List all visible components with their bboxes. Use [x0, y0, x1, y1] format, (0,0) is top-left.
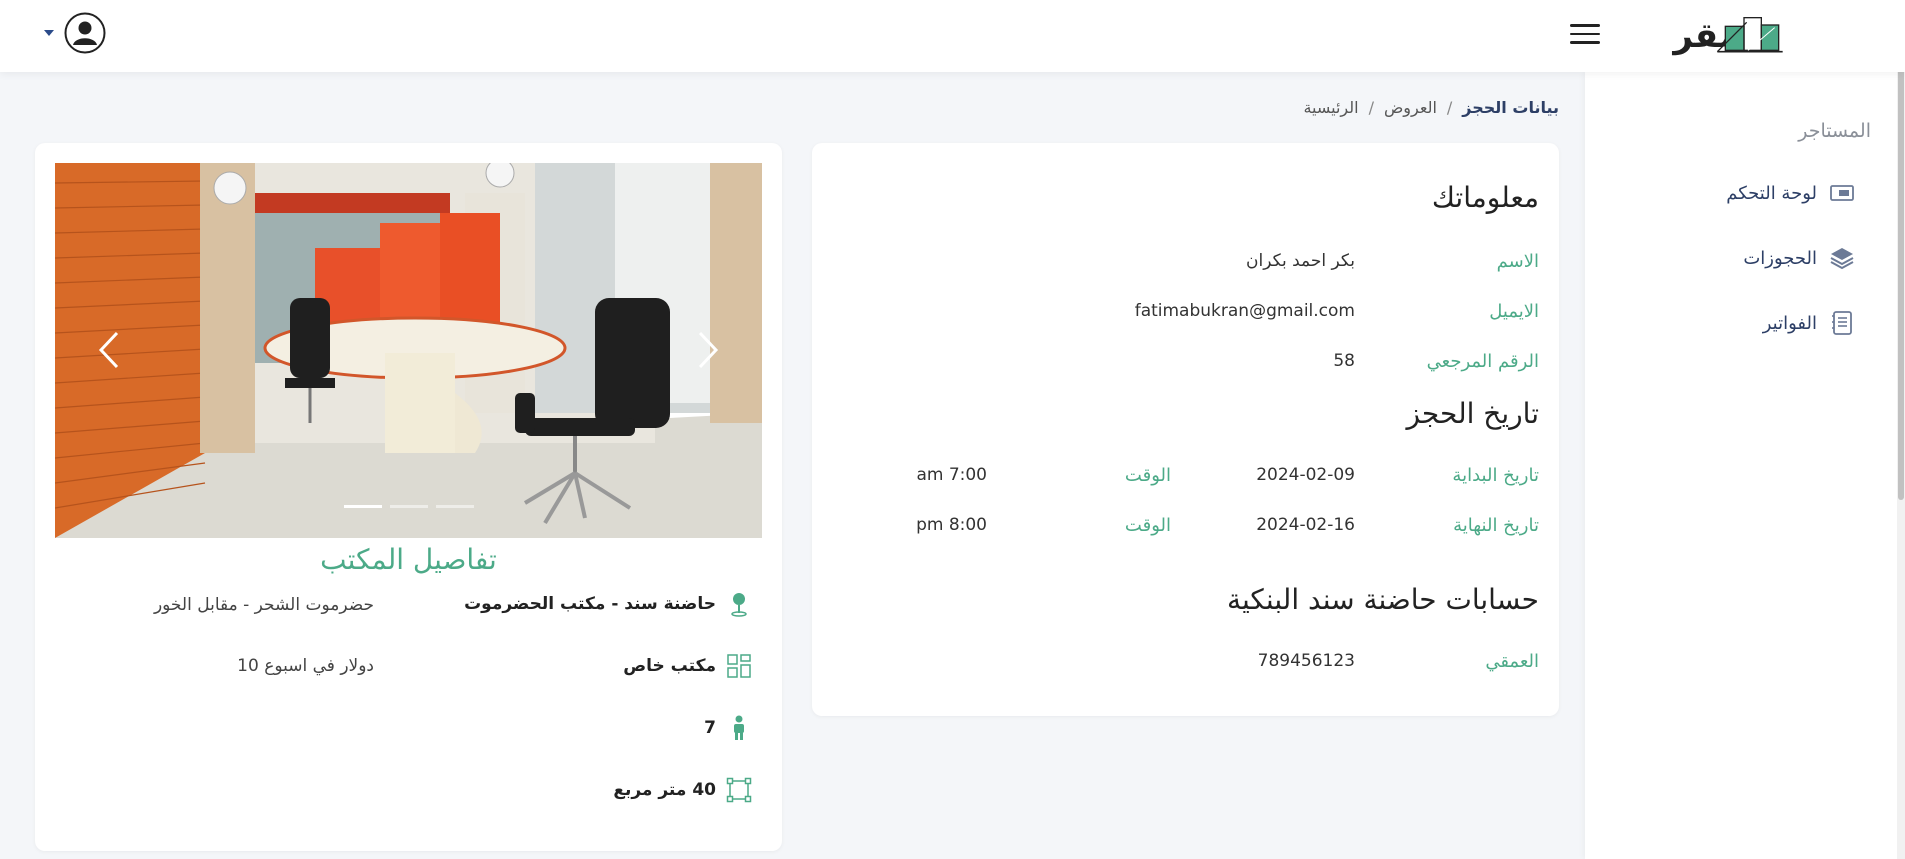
- person-icon: [734, 715, 744, 740]
- office-capacity: 7: [704, 718, 716, 738]
- office-type-row: مكتب خاص: [623, 653, 752, 679]
- office-details-title: تفاصيل المكتب: [320, 543, 497, 576]
- end-date-value: 2024-02-16: [1256, 515, 1355, 535]
- sidebar: المستاجر لوحة التحكم الحجوزات الفواتير: [1585, 72, 1905, 859]
- end-time-label: الوقت: [1124, 515, 1171, 536]
- carousel-indicators: [55, 505, 762, 508]
- booking-date-title: تاريخ الحجز: [1406, 397, 1539, 430]
- email-value: fatimabukran@gmail.com: [1134, 301, 1355, 321]
- sidebar-item-dashboard[interactable]: لوحة التحكم: [1726, 180, 1855, 206]
- menu-toggle-button[interactable]: [1570, 20, 1600, 48]
- area-icon: [726, 777, 752, 803]
- carousel-indicator[interactable]: [435, 505, 474, 508]
- office-photo: [55, 163, 762, 538]
- breadcrumb-current: بيانات الحجز: [1462, 98, 1559, 117]
- start-time-label: الوقت: [1124, 465, 1171, 486]
- top-navbar: مقر: [0, 0, 1905, 72]
- layers-icon: [1830, 248, 1854, 270]
- scrollbar-thumb[interactable]: [1898, 0, 1904, 500]
- office-area-row: 40 متر مربع: [613, 777, 752, 803]
- carousel-prev-icon[interactable]: [95, 325, 125, 375]
- start-date-label: تاريخ البداية: [1452, 465, 1539, 486]
- bank-account-value: 789456123: [1257, 651, 1355, 671]
- invoice-icon: [1832, 311, 1852, 335]
- reference-label: الرقم المرجعي: [1426, 351, 1539, 372]
- name-value: بكر احمد بكران: [1246, 251, 1355, 271]
- start-date-value: 2024-02-09: [1256, 465, 1355, 485]
- sidebar-item-invoices[interactable]: الفواتير: [1763, 310, 1855, 336]
- sidebar-item-label: الفواتير: [1762, 312, 1817, 334]
- brand-logo[interactable]: مقر: [1648, 6, 1828, 64]
- office-name-row: حاضنة سند - مكتب الحضرموت: [464, 591, 752, 617]
- start-time-value: am 7:00: [916, 465, 987, 485]
- office-area: 40 متر مربع: [613, 780, 716, 800]
- sidebar-heading: المستاجر: [1798, 120, 1871, 142]
- carousel-indicator[interactable]: [343, 505, 382, 508]
- dashboard-monitor-icon: [1830, 185, 1854, 201]
- grid-icon: [727, 654, 751, 678]
- hamburger-line: [1570, 32, 1600, 35]
- end-date-label: تاريخ النهاية: [1453, 515, 1539, 536]
- office-address: حضرموت الشحر - مقابل الخور: [153, 595, 374, 615]
- info-title: معلوماتك: [1431, 181, 1539, 214]
- office-type: مكتب خاص: [623, 656, 716, 676]
- user-menu-button[interactable]: [44, 12, 106, 54]
- sidebar-item-bookings[interactable]: الحجوزات: [1743, 245, 1855, 271]
- location-pin-icon: [731, 593, 747, 617]
- reference-value: 58: [1333, 351, 1355, 371]
- carousel-next-icon[interactable]: [692, 325, 722, 375]
- breadcrumb-home[interactable]: الرئيسية: [1303, 98, 1358, 117]
- end-time-value: pm 8:00: [916, 515, 987, 535]
- office-details-card: تفاصيل المكتب حاضنة سند - مكتب الحضرموت …: [35, 143, 782, 851]
- sidebar-item-label: لوحة التحكم: [1726, 182, 1817, 204]
- office-price: 10 دولار في اسبوع: [237, 656, 374, 676]
- breadcrumb-offers[interactable]: العروض: [1384, 98, 1437, 117]
- breadcrumb-separator: /: [1446, 98, 1453, 117]
- sidebar-item-label: الحجوزات: [1743, 247, 1817, 269]
- office-name: حاضنة سند - مكتب الحضرموت: [464, 594, 716, 614]
- breadcrumb-separator: /: [1368, 98, 1374, 117]
- office-image-carousel[interactable]: [55, 163, 762, 538]
- booking-info-card: معلوماتك الاسم بكر احمد بكران الايميل fa…: [812, 143, 1559, 716]
- bank-label: العمقي: [1485, 651, 1539, 672]
- logo-buildings-icon: [1716, 17, 1783, 53]
- hamburger-line: [1570, 41, 1600, 44]
- bank-accounts-title: حسابات حاضنة سند البنكية: [1226, 583, 1539, 616]
- user-avatar-icon: [64, 12, 106, 54]
- hamburger-line: [1570, 24, 1600, 27]
- chevron-down-icon: [44, 30, 54, 36]
- office-capacity-row: 7: [704, 715, 752, 741]
- carousel-indicator[interactable]: [389, 505, 428, 508]
- email-label: الايميل: [1489, 301, 1539, 322]
- breadcrumb: الرئيسية / العروض / بيانات الحجز: [1303, 98, 1559, 117]
- page-scrollbar[interactable]: [1897, 0, 1905, 859]
- name-label: الاسم: [1496, 251, 1539, 272]
